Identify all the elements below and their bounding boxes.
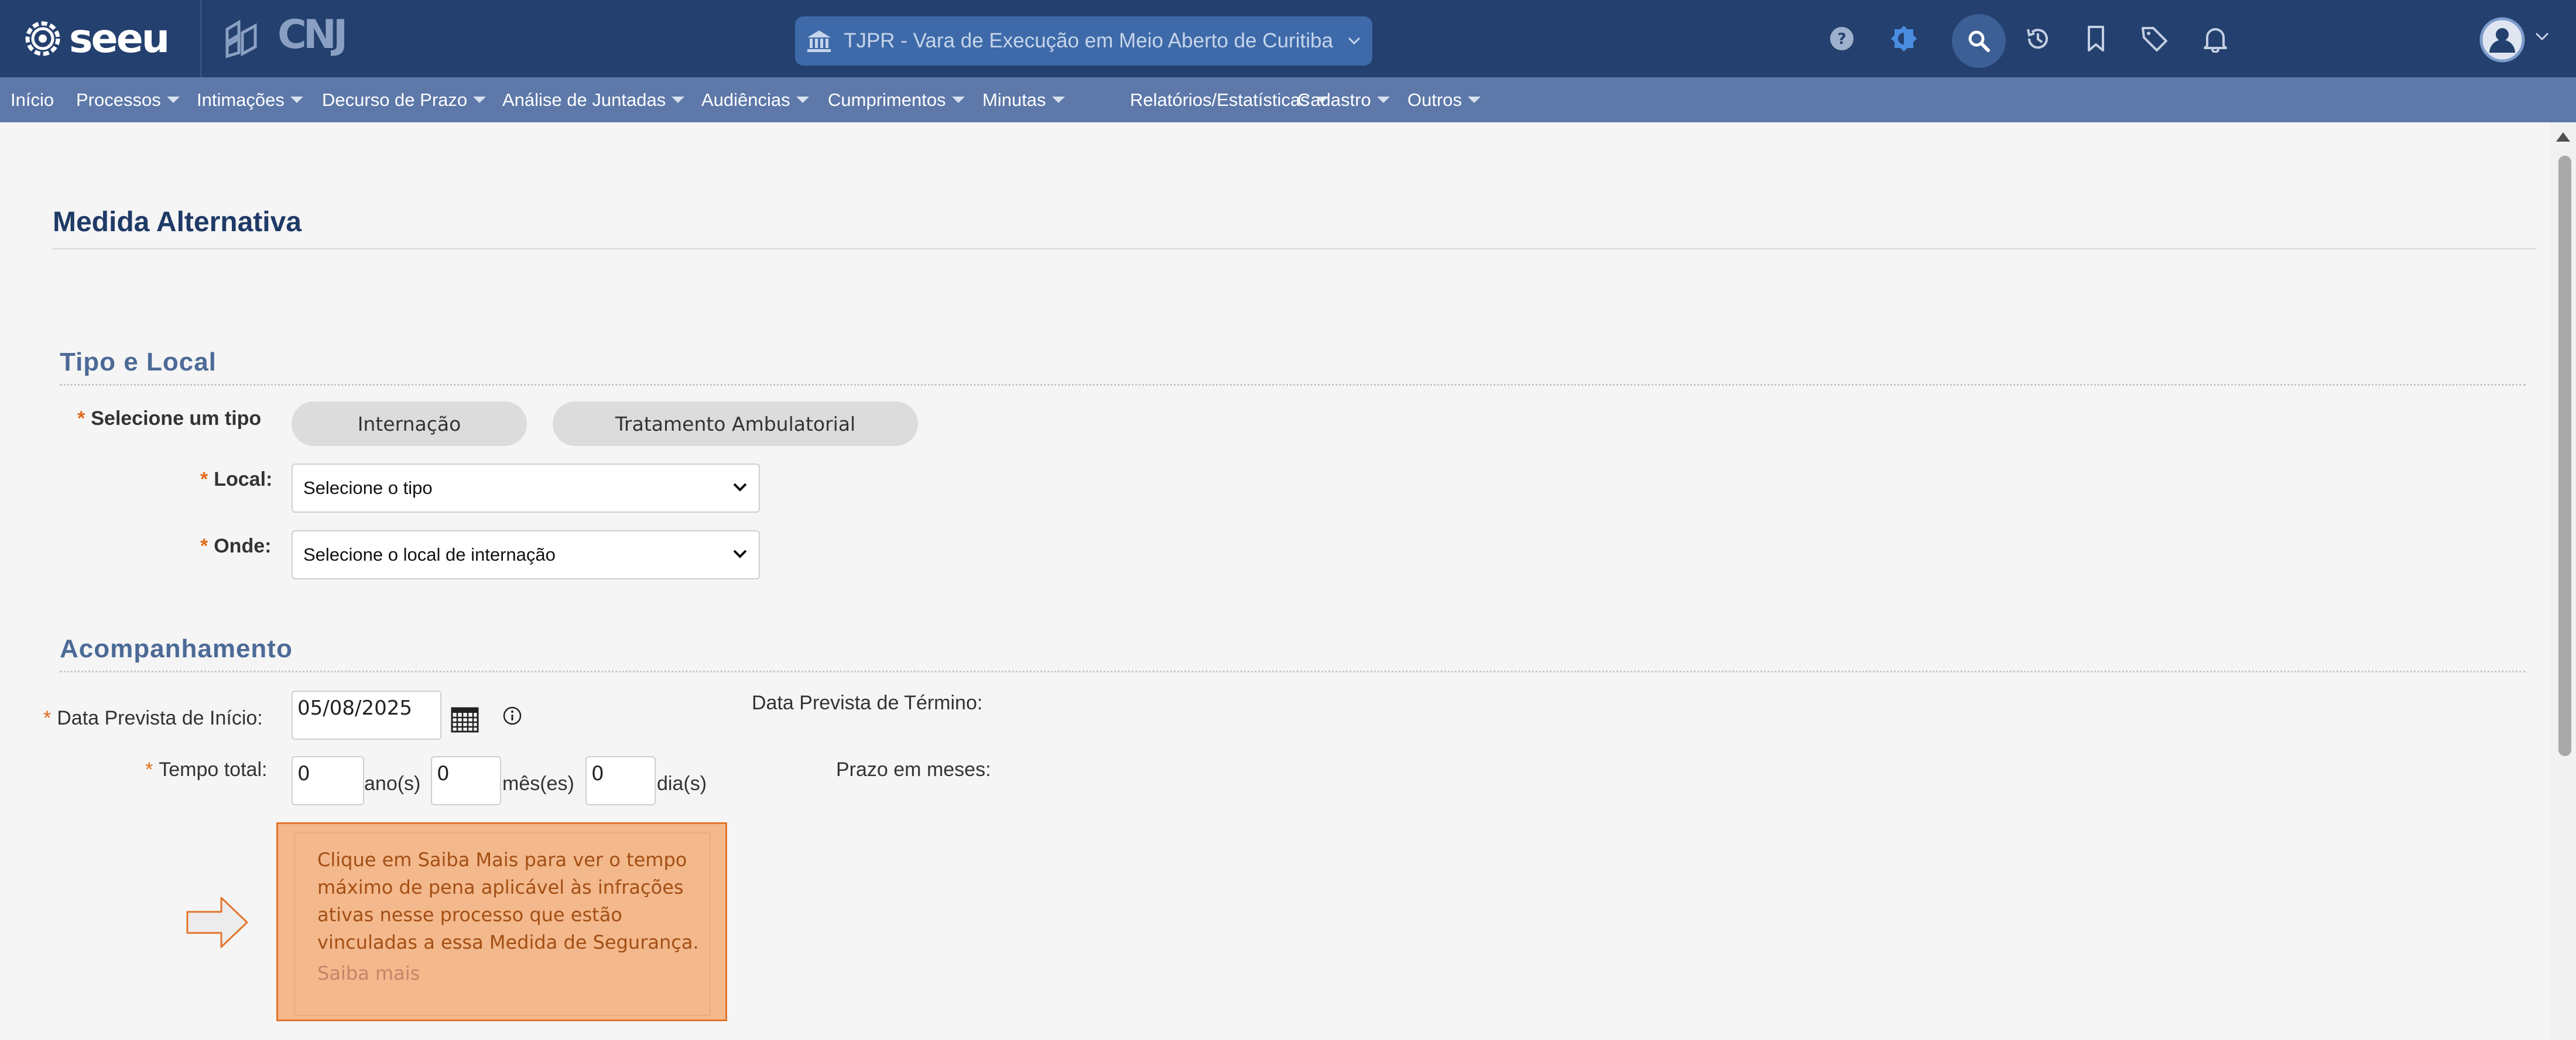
court-selector-label: TJPR - Vara de Execução em Meio Aberto d… bbox=[844, 29, 1333, 52]
dropdown-caret-icon bbox=[672, 97, 685, 103]
dropdown-caret-icon bbox=[1051, 97, 1065, 103]
user-avatar-icon[interactable] bbox=[2479, 16, 2526, 63]
info-icon[interactable] bbox=[502, 706, 522, 726]
menu-cumprimentos[interactable]: Cumprimentos bbox=[828, 77, 965, 122]
user-menu-chevron-icon[interactable] bbox=[2534, 30, 2550, 42]
menu-minutas[interactable]: Minutas bbox=[982, 77, 1065, 122]
svg-text:?: ? bbox=[1837, 30, 1846, 48]
notification-bell-icon[interactable] bbox=[2199, 22, 2232, 55]
bookmark-icon[interactable] bbox=[2080, 22, 2112, 55]
menu-processos[interactable]: Processos bbox=[76, 77, 180, 122]
theme-toggle-icon[interactable] bbox=[1888, 22, 1920, 55]
data-inicio-input[interactable]: 05/08/2025 bbox=[292, 691, 441, 740]
menu-cadastro[interactable]: Cadastro bbox=[1297, 77, 1390, 122]
court-selector[interactable]: TJPR - Vara de Execução em Meio Aberto d… bbox=[795, 16, 1372, 66]
menu-outros[interactable]: Outros bbox=[1407, 77, 1481, 122]
section-divider bbox=[60, 671, 2526, 672]
scroll-up-arrow-icon[interactable] bbox=[2556, 132, 2570, 142]
help-icon[interactable]: ? bbox=[1825, 22, 1858, 55]
right-arrow-icon bbox=[186, 897, 248, 948]
tempo-total-label: * Tempo total: bbox=[145, 758, 268, 781]
seeu-cog-icon bbox=[25, 21, 60, 56]
chevron-down-icon bbox=[733, 483, 747, 492]
tipo-internacao-button[interactable]: Internação bbox=[292, 401, 527, 446]
prazo-meses-label: Prazo em meses: bbox=[836, 758, 991, 781]
anos-input[interactable]: 0 bbox=[292, 756, 364, 805]
tip-text: Clique em Saiba Mais para ver o tempo má… bbox=[317, 849, 699, 953]
local-select[interactable]: Selecione o tipo bbox=[292, 464, 760, 513]
section-heading-tipo-local: Tipo e Local bbox=[60, 348, 217, 376]
menu-analise-de-juntadas[interactable]: Análise de Juntadas bbox=[502, 77, 685, 122]
anos-unit-label: ano(s) bbox=[364, 773, 421, 795]
onde-select[interactable]: Selecione o local de internação bbox=[292, 530, 760, 579]
cnj-logo: CNJ bbox=[278, 12, 348, 58]
tipo-tratamento-ambulatorial-button[interactable]: Tratamento Ambulatorial bbox=[553, 401, 918, 446]
dropdown-caret-icon bbox=[951, 97, 965, 103]
logo-text: seeu bbox=[69, 15, 170, 62]
chevron-down-icon bbox=[733, 550, 747, 558]
seeu-logo[interactable]: seeu bbox=[22, 15, 170, 62]
meses-input[interactable]: 0 bbox=[431, 756, 501, 805]
data-inicio-label: * Data Prevista de Início: bbox=[43, 707, 263, 729]
local-label: * Local: bbox=[200, 468, 273, 490]
menu-inicio[interactable]: Início bbox=[11, 77, 54, 122]
dropdown-caret-icon bbox=[290, 97, 303, 103]
dropdown-caret-icon bbox=[473, 97, 487, 103]
title-divider bbox=[53, 248, 2536, 249]
dias-input[interactable]: 0 bbox=[585, 756, 656, 805]
onde-label: * Onde: bbox=[200, 535, 272, 557]
data-termino-label: Data Prevista de Término: bbox=[752, 692, 983, 714]
header-divider bbox=[200, 0, 201, 77]
chevron-down-icon bbox=[1348, 37, 1360, 45]
cnj-emblem-icon bbox=[225, 19, 257, 59]
dropdown-caret-icon bbox=[796, 97, 809, 103]
meses-unit-label: mês(es) bbox=[502, 773, 574, 795]
menu-audiencias[interactable]: Audiências bbox=[701, 77, 809, 122]
tag-icon[interactable] bbox=[2138, 22, 2171, 55]
institution-icon bbox=[807, 30, 831, 52]
dropdown-caret-icon bbox=[166, 97, 180, 103]
section-divider bbox=[60, 384, 2526, 386]
dropdown-caret-icon bbox=[1468, 97, 1481, 103]
dropdown-caret-icon bbox=[1376, 97, 1390, 103]
saiba-mais-link[interactable]: Saiba mais bbox=[317, 962, 420, 984]
menu-decurso-de-prazo[interactable]: Decurso de Prazo bbox=[322, 77, 487, 122]
menu-intimacoes[interactable]: Intimações bbox=[197, 77, 303, 122]
section-heading-acompanhamento: Acompanhamento bbox=[60, 634, 293, 663]
tipo-label: * Selecione um tipo bbox=[77, 407, 262, 430]
calendar-icon[interactable] bbox=[451, 706, 479, 733]
search-icon bbox=[1968, 30, 1990, 52]
main-menu-bar: Início Processos Intimações Decurso de P… bbox=[0, 77, 2576, 122]
page-title: Medida Alternativa bbox=[53, 207, 302, 238]
scrollbar-thumb[interactable] bbox=[2558, 156, 2571, 756]
history-icon[interactable] bbox=[2021, 22, 2054, 55]
search-button[interactable] bbox=[1952, 14, 2006, 68]
dias-unit-label: dia(s) bbox=[657, 773, 707, 795]
